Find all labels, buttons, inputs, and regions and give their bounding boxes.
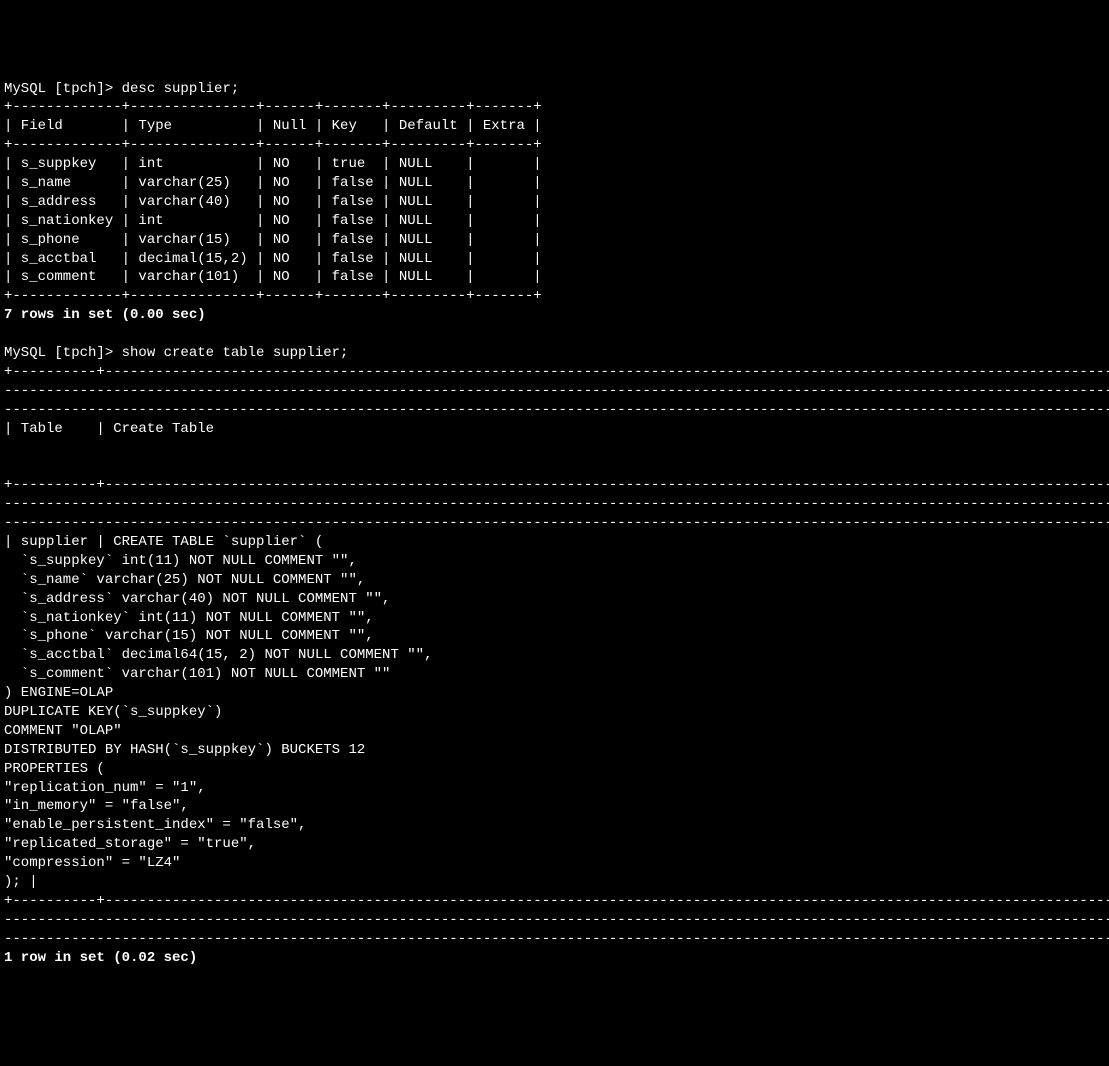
create-table-content: "enable_persistent_index" = "false",: [4, 817, 306, 833]
create-table-content: DUPLICATE KEY(`s_suppkey`): [4, 704, 222, 720]
table2-border: ----------------------------------------…: [4, 496, 1109, 512]
table2-border: +----------+----------------------------…: [4, 477, 1109, 493]
table-row: | s_name | varchar(25) | NO | false | NU…: [4, 175, 542, 191]
mysql-prompt: MySQL [tpch]>: [4, 345, 122, 361]
table-row: | s_nationkey | int | NO | false | NULL …: [4, 213, 542, 229]
create-table-content: DISTRIBUTED BY HASH(`s_suppkey`) BUCKETS…: [4, 742, 365, 758]
command-show-create[interactable]: show create table supplier;: [122, 345, 349, 361]
create-table-content: "in_memory" = "false",: [4, 798, 189, 814]
create-table-content: `s_nationkey` int(11) NOT NULL COMMENT "…: [4, 610, 374, 626]
create-table-content: `s_comment` varchar(101) NOT NULL COMMEN…: [4, 666, 390, 682]
table-row: | s_acctbal | decimal(15,2) | NO | false…: [4, 251, 542, 267]
create-table-content: `s_suppkey` int(11) NOT NULL COMMENT "",: [4, 553, 357, 569]
table-border-mid: +-------------+---------------+------+--…: [4, 137, 542, 153]
table2-border: +----------+----------------------------…: [4, 364, 1109, 380]
table2-header: | Table | Create Table: [4, 421, 1109, 437]
table2-border: ----------------------------------------…: [4, 515, 1109, 531]
table-border-top: +-------------+---------------+------+--…: [4, 99, 542, 115]
table-border-bot: +-------------+---------------+------+--…: [4, 288, 542, 304]
table-row: | s_comment | varchar(101) | NO | false …: [4, 269, 542, 285]
table-row: | s_suppkey | int | NO | true | NULL | |: [4, 156, 542, 172]
create-table-content: COMMENT "OLAP": [4, 723, 122, 739]
create-table-content: ); |: [4, 874, 38, 890]
create-table-content: "replication_num" = "1",: [4, 780, 206, 796]
prompt-line-1: MySQL [tpch]> desc supplier;: [4, 81, 239, 97]
create-table-content: "compression" = "LZ4": [4, 855, 180, 871]
result-line-2: 1 row in set (0.02 sec): [4, 950, 197, 966]
create-table-content: "replicated_storage" = "true",: [4, 836, 256, 852]
create-table-content: | supplier | CREATE TABLE `supplier` (: [4, 534, 323, 550]
table2-header: |: [4, 458, 1109, 474]
table2-border: +----------+----------------------------…: [4, 893, 1109, 909]
create-table-content: `s_acctbal` decimal64(15, 2) NOT NULL CO…: [4, 647, 432, 663]
create-table-content: `s_address` varchar(40) NOT NULL COMMENT…: [4, 591, 390, 607]
table-header-row: | Field | Type | Null | Key | Default | …: [4, 118, 542, 134]
create-table-content: `s_phone` varchar(15) NOT NULL COMMENT "…: [4, 628, 374, 644]
result-line-1: 7 rows in set (0.00 sec): [4, 307, 206, 323]
table2-border: ----------------------------------------…: [4, 402, 1109, 418]
table-row: | s_phone | varchar(15) | NO | false | N…: [4, 232, 542, 248]
table2-border: ----------------------------------------…: [4, 931, 1109, 947]
table2-border: ----------------------------------------…: [4, 912, 1109, 928]
create-table-content: ) ENGINE=OLAP: [4, 685, 113, 701]
create-table-content: `s_name` varchar(25) NOT NULL COMMENT ""…: [4, 572, 365, 588]
table2-border: ----------------------------------------…: [4, 383, 1109, 399]
mysql-prompt: MySQL [tpch]>: [4, 81, 122, 97]
table2-header: [4, 439, 1109, 455]
prompt-line-2: MySQL [tpch]> show create table supplier…: [4, 345, 348, 361]
terminal-output: MySQL [tpch]> desc supplier; +----------…: [4, 80, 1109, 968]
create-table-content: PROPERTIES (: [4, 761, 105, 777]
command-desc[interactable]: desc supplier;: [122, 81, 240, 97]
table-row: | s_address | varchar(40) | NO | false |…: [4, 194, 542, 210]
